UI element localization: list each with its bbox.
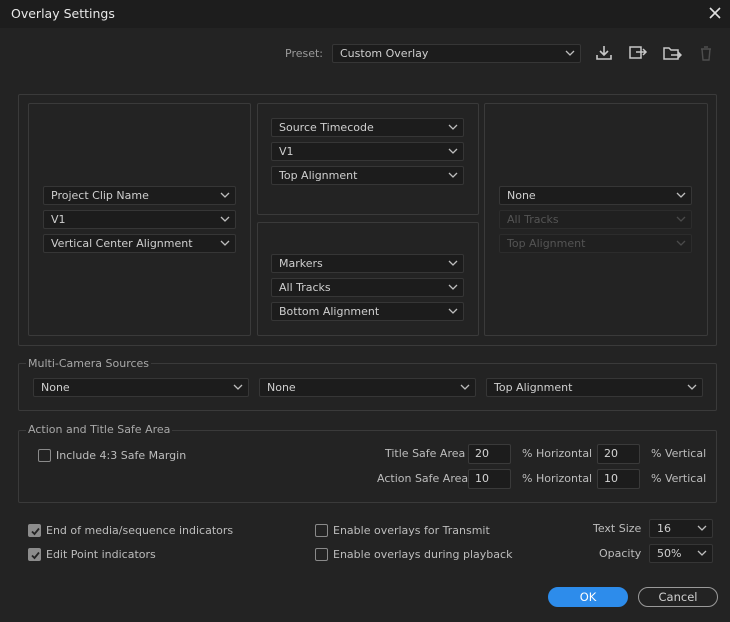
safe-area-group (18, 430, 717, 503)
right-track-value: All Tracks (507, 213, 559, 226)
left-alignment-value: Vertical Center Alignment (51, 237, 193, 250)
checkmark-icon (31, 551, 40, 560)
bottom-center-track-value: All Tracks (279, 281, 331, 294)
chevron-down-icon (460, 384, 470, 390)
multicam-track-dropdown[interactable]: None (259, 378, 476, 397)
top-center-alignment-dropdown[interactable]: Top Alignment (271, 166, 464, 185)
action-safe-label: Action Safe Area (377, 472, 469, 485)
opacity-value: 50% (657, 547, 682, 560)
text-size-dropdown[interactable]: 16 (649, 519, 713, 538)
export-preset-icon[interactable] (662, 44, 682, 62)
chevron-down-icon (676, 216, 686, 222)
chevron-down-icon (448, 124, 458, 130)
title-safe-horizontal-value: 20 (475, 447, 489, 460)
title-safe-vertical-input[interactable]: 20 (597, 444, 640, 464)
transmit-label: Enable overlays for Transmit (333, 524, 490, 537)
action-safe-horizontal-unit: % Horizontal (522, 472, 593, 485)
action-safe-vertical-unit: % Vertical (651, 472, 707, 485)
chevron-down-icon (697, 525, 707, 531)
action-safe-vertical-input[interactable]: 10 (597, 469, 640, 489)
title-safe-vertical-value: 20 (604, 447, 618, 460)
preset-value: Custom Overlay (340, 47, 429, 60)
action-safe-horizontal-input[interactable]: 10 (468, 469, 511, 489)
end-indicators-checkbox[interactable] (28, 524, 41, 537)
chevron-down-icon (697, 550, 707, 556)
title-safe-label: Title Safe Area (385, 447, 466, 460)
ok-button[interactable]: OK (548, 587, 628, 607)
chevron-down-icon (676, 192, 686, 198)
title-bar: Overlay Settings (0, 0, 730, 28)
left-source-value: Project Clip Name (51, 189, 149, 202)
top-center-source-value: Source Timecode (279, 121, 374, 134)
window-title: Overlay Settings (11, 6, 115, 21)
top-center-track-value: V1 (279, 145, 294, 158)
chevron-down-icon (448, 284, 458, 290)
right-track-dropdown: All Tracks (499, 210, 692, 229)
title-safe-horizontal-unit: % Horizontal (522, 447, 593, 460)
chevron-down-icon (565, 50, 575, 56)
bottom-center-alignment-dropdown[interactable]: Bottom Alignment (271, 302, 464, 321)
import-preset-icon[interactable] (628, 44, 648, 62)
opacity-dropdown[interactable]: 50% (649, 544, 713, 563)
opacity-label: Opacity (599, 547, 642, 560)
cancel-button[interactable]: Cancel (638, 587, 718, 607)
checkmark-icon (31, 527, 40, 536)
text-size-value: 16 (657, 522, 671, 535)
chevron-down-icon (220, 240, 230, 246)
right-alignment-dropdown: Top Alignment (499, 234, 692, 253)
chevron-down-icon (676, 240, 686, 246)
chevron-down-icon (220, 216, 230, 222)
bottom-center-track-dropdown[interactable]: All Tracks (271, 278, 464, 297)
transmit-checkbox[interactable] (315, 524, 328, 537)
text-size-label: Text Size (593, 522, 642, 535)
chevron-down-icon (220, 192, 230, 198)
multicam-title: Multi-Camera Sources (26, 357, 152, 370)
multicam-alignment-value: Top Alignment (494, 381, 573, 394)
playback-label: Enable overlays during playback (333, 548, 513, 561)
left-alignment-dropdown[interactable]: Vertical Center Alignment (43, 234, 236, 253)
safe-area-title: Action and Title Safe Area (26, 423, 173, 436)
right-source-dropdown[interactable]: None (499, 186, 692, 205)
include-43-label: Include 4:3 Safe Margin (56, 449, 187, 462)
chevron-down-icon (448, 260, 458, 266)
left-source-dropdown[interactable]: Project Clip Name (43, 186, 236, 205)
end-indicators-label: End of media/sequence indicators (46, 524, 234, 537)
bottom-center-source-value: Markers (279, 257, 323, 270)
chevron-down-icon (233, 384, 243, 390)
chevron-down-icon (687, 384, 697, 390)
edit-point-label: Edit Point indicators (46, 548, 156, 561)
title-safe-horizontal-input[interactable]: 20 (468, 444, 511, 464)
multicam-source-dropdown[interactable]: None (33, 378, 249, 397)
chevron-down-icon (448, 308, 458, 314)
right-alignment-value: Top Alignment (507, 237, 586, 250)
include-43-checkbox[interactable] (38, 449, 51, 462)
top-center-track-dropdown[interactable]: V1 (271, 142, 464, 161)
preset-label: Preset: (285, 47, 324, 60)
multicam-track-value: None (267, 381, 296, 394)
multicam-source-value: None (41, 381, 70, 394)
chevron-down-icon (448, 172, 458, 178)
left-track-dropdown[interactable]: V1 (43, 210, 236, 229)
action-safe-horizontal-value: 10 (475, 472, 489, 485)
top-center-source-dropdown[interactable]: Source Timecode (271, 118, 464, 137)
bottom-center-source-dropdown[interactable]: Markers (271, 254, 464, 273)
edit-point-checkbox[interactable] (28, 548, 41, 561)
close-icon[interactable] (706, 4, 724, 22)
action-safe-vertical-value: 10 (604, 472, 618, 485)
bottom-center-alignment-value: Bottom Alignment (279, 305, 380, 318)
left-track-value: V1 (51, 213, 66, 226)
chevron-down-icon (448, 148, 458, 154)
title-safe-vertical-unit: % Vertical (651, 447, 707, 460)
multicam-alignment-dropdown[interactable]: Top Alignment (486, 378, 703, 397)
playback-checkbox[interactable] (315, 548, 328, 561)
preset-dropdown[interactable]: Custom Overlay (332, 44, 581, 63)
top-center-alignment-value: Top Alignment (279, 169, 358, 182)
delete-preset-icon[interactable] (696, 44, 716, 62)
right-source-value: None (507, 189, 536, 202)
save-preset-icon[interactable] (594, 44, 614, 62)
